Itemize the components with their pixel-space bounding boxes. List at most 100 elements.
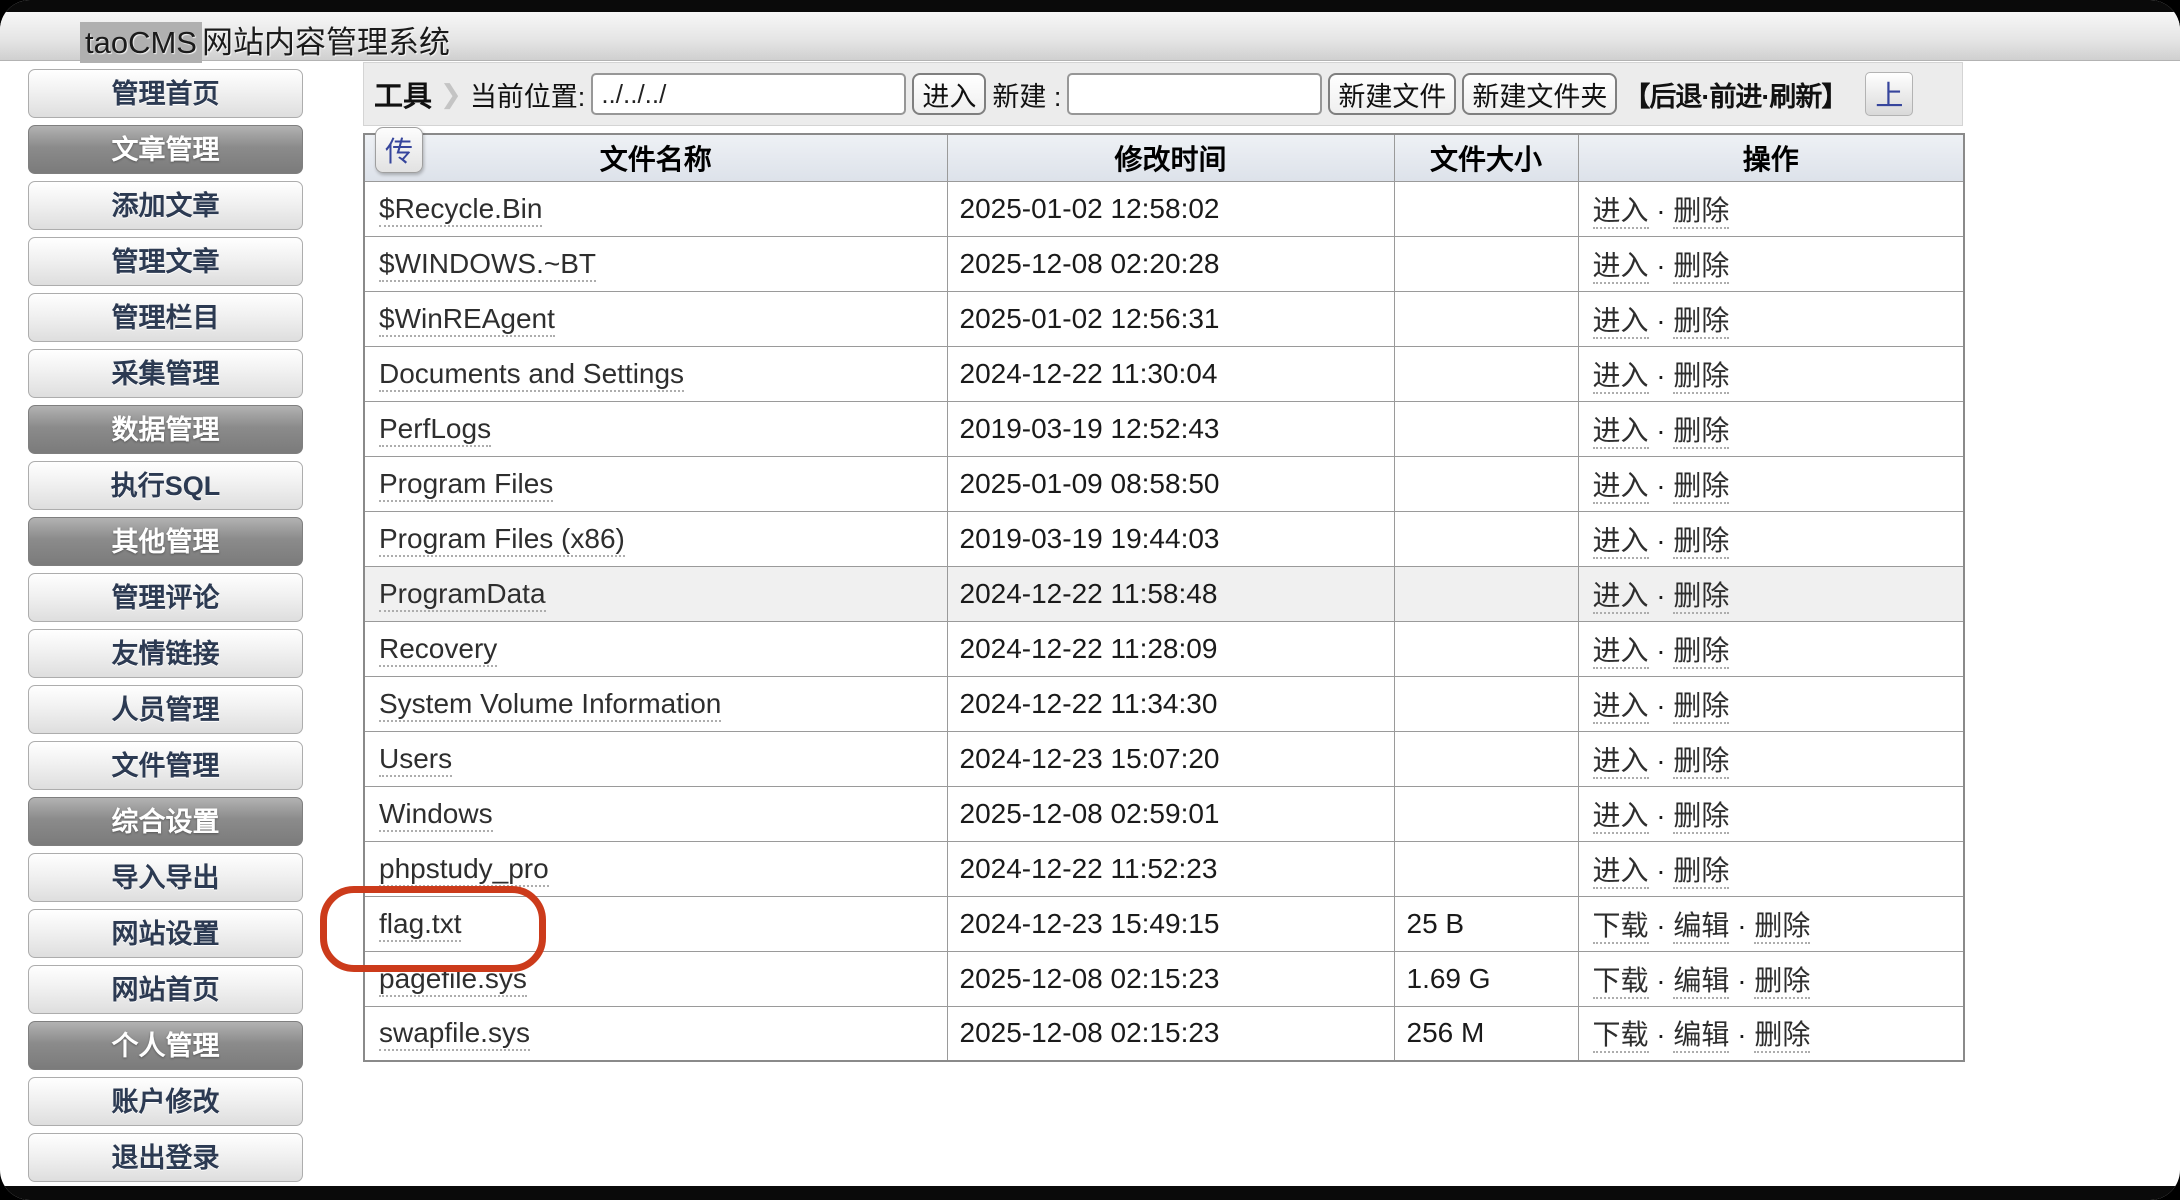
- delete-link[interactable]: 删除: [1673, 855, 1729, 889]
- location-input[interactable]: [591, 73, 906, 115]
- enter-link[interactable]: 进入: [1593, 690, 1649, 724]
- edit-link[interactable]: 编辑: [1673, 1019, 1729, 1053]
- enter-button[interactable]: 进入: [912, 73, 986, 115]
- enter-link[interactable]: 进入: [1593, 195, 1649, 229]
- sidebar-item[interactable]: 数据管理: [28, 405, 303, 454]
- enter-link[interactable]: 进入: [1593, 635, 1649, 669]
- enter-link[interactable]: 进入: [1593, 415, 1649, 449]
- delete-link[interactable]: 删除: [1673, 580, 1729, 614]
- file-size: [1394, 676, 1578, 731]
- file-name-link[interactable]: Recovery: [379, 633, 497, 667]
- delete-link[interactable]: 删除: [1673, 360, 1729, 394]
- file-name-link[interactable]: swapfile.sys: [379, 1017, 530, 1051]
- file-name-link[interactable]: Documents and Settings: [379, 358, 684, 392]
- delete-link[interactable]: 删除: [1673, 800, 1729, 834]
- delete-link[interactable]: 删除: [1673, 305, 1729, 339]
- file-size: [1394, 511, 1578, 566]
- sidebar-item[interactable]: 综合设置: [28, 797, 303, 846]
- sidebar-item[interactable]: 管理评论: [28, 573, 303, 622]
- delete-link[interactable]: 删除: [1754, 910, 1810, 944]
- enter-link[interactable]: 进入: [1593, 360, 1649, 394]
- delete-link[interactable]: 删除: [1673, 195, 1729, 229]
- sidebar-item[interactable]: 管理栏目: [28, 293, 303, 342]
- sidebar-item[interactable]: 文件管理: [28, 741, 303, 790]
- download-link[interactable]: 下载: [1593, 1019, 1649, 1053]
- page-title: taoCMS网站内容管理系统: [80, 17, 450, 62]
- chevron-right-icon: ❯: [440, 79, 462, 110]
- sidebar-item[interactable]: 执行SQL: [28, 461, 303, 510]
- table-row: Windows2025-12-08 02:59:01进入 · 删除: [364, 786, 1964, 841]
- delete-link[interactable]: 删除: [1673, 525, 1729, 559]
- table-row: $WINDOWS.~BT2025-12-08 02:20:28进入 · 删除: [364, 236, 1964, 291]
- file-size: [1394, 346, 1578, 401]
- sidebar-item[interactable]: 网站首页: [28, 965, 303, 1014]
- delete-link[interactable]: 删除: [1754, 1019, 1810, 1053]
- sidebar-item[interactable]: 网站设置: [28, 909, 303, 958]
- delete-link[interactable]: 删除: [1673, 250, 1729, 284]
- modified-time: 2019-03-19 19:44:03: [947, 511, 1394, 566]
- file-name-link[interactable]: pagefile.sys: [379, 963, 527, 997]
- download-link[interactable]: 下载: [1593, 910, 1649, 944]
- sidebar-item[interactable]: 个人管理: [28, 1021, 303, 1070]
- enter-link[interactable]: 进入: [1593, 580, 1649, 614]
- file-name-link[interactable]: $Recycle.Bin: [379, 193, 542, 227]
- enter-link[interactable]: 进入: [1593, 745, 1649, 779]
- delete-link[interactable]: 删除: [1673, 415, 1729, 449]
- file-name-link[interactable]: Windows: [379, 798, 493, 832]
- new-file-button[interactable]: 新建文件: [1328, 73, 1456, 115]
- new-folder-button[interactable]: 新建文件夹: [1462, 73, 1617, 115]
- upload-chuan-tab[interactable]: 传: [375, 127, 423, 173]
- file-name-link[interactable]: $WinREAgent: [379, 303, 555, 337]
- download-link[interactable]: 下载: [1593, 965, 1649, 999]
- delete-link[interactable]: 删除: [1673, 635, 1729, 669]
- modified-time: 2025-12-08 02:15:23: [947, 1006, 1394, 1061]
- enter-link[interactable]: 进入: [1593, 800, 1649, 834]
- sidebar-item[interactable]: 管理首页: [28, 69, 303, 118]
- table-row: Recovery2024-12-22 11:28:09进入 · 删除: [364, 621, 1964, 676]
- sidebar-item[interactable]: 导入导出: [28, 853, 303, 902]
- file-name-link[interactable]: $WINDOWS.~BT: [379, 248, 596, 282]
- sidebar-item[interactable]: 采集管理: [28, 349, 303, 398]
- file-name-link[interactable]: ProgramData: [379, 578, 546, 612]
- enter-link[interactable]: 进入: [1593, 525, 1649, 559]
- sidebar-item[interactable]: 文章管理: [28, 125, 303, 174]
- enter-link[interactable]: 进入: [1593, 305, 1649, 339]
- file-name-link[interactable]: Users: [379, 743, 452, 777]
- sidebar-item[interactable]: 退出登录: [28, 1133, 303, 1182]
- delete-link[interactable]: 删除: [1673, 470, 1729, 504]
- delete-link[interactable]: 删除: [1754, 965, 1810, 999]
- sidebar-item[interactable]: 其他管理: [28, 517, 303, 566]
- sidebar-item[interactable]: 友情链接: [28, 629, 303, 678]
- sidebar-item[interactable]: 管理文章: [28, 237, 303, 286]
- file-size: [1394, 841, 1578, 896]
- file-name-link[interactable]: Program Files (x86): [379, 523, 625, 557]
- sidebar-item[interactable]: 账户修改: [28, 1077, 303, 1126]
- file-size: [1394, 236, 1578, 291]
- delete-link[interactable]: 删除: [1673, 690, 1729, 724]
- new-name-input[interactable]: [1067, 73, 1322, 115]
- modified-time: 2025-12-08 02:20:28: [947, 236, 1394, 291]
- file-name-link[interactable]: Program Files: [379, 468, 553, 502]
- edit-link[interactable]: 编辑: [1673, 965, 1729, 999]
- edit-link[interactable]: 编辑: [1673, 910, 1729, 944]
- upload-up-button[interactable]: 上: [1865, 72, 1913, 116]
- file-name-link[interactable]: flag.txt: [379, 908, 461, 942]
- delete-link[interactable]: 删除: [1673, 745, 1729, 779]
- tools-label: 工具: [374, 73, 432, 115]
- sidebar-item[interactable]: 人员管理: [28, 685, 303, 734]
- file-name-link[interactable]: phpstudy_pro: [379, 853, 549, 887]
- sidebar-item[interactable]: 添加文章: [28, 181, 303, 230]
- file-size: [1394, 181, 1578, 236]
- modified-time: 2024-12-23 15:07:20: [947, 731, 1394, 786]
- enter-link[interactable]: 进入: [1593, 250, 1649, 284]
- enter-link[interactable]: 进入: [1593, 470, 1649, 504]
- file-size: [1394, 786, 1578, 841]
- history-nav-links[interactable]: 【后退·前进·刷新】: [1623, 75, 1847, 114]
- modified-time: 2024-12-22 11:30:04: [947, 346, 1394, 401]
- file-name-link[interactable]: System Volume Information: [379, 688, 721, 722]
- enter-link[interactable]: 进入: [1593, 855, 1649, 889]
- modified-time: 2025-01-09 08:58:50: [947, 456, 1394, 511]
- table-row: $WinREAgent2025-01-02 12:56:31进入 · 删除: [364, 291, 1964, 346]
- column-header-size: 文件大小: [1394, 134, 1578, 181]
- file-name-link[interactable]: PerfLogs: [379, 413, 491, 447]
